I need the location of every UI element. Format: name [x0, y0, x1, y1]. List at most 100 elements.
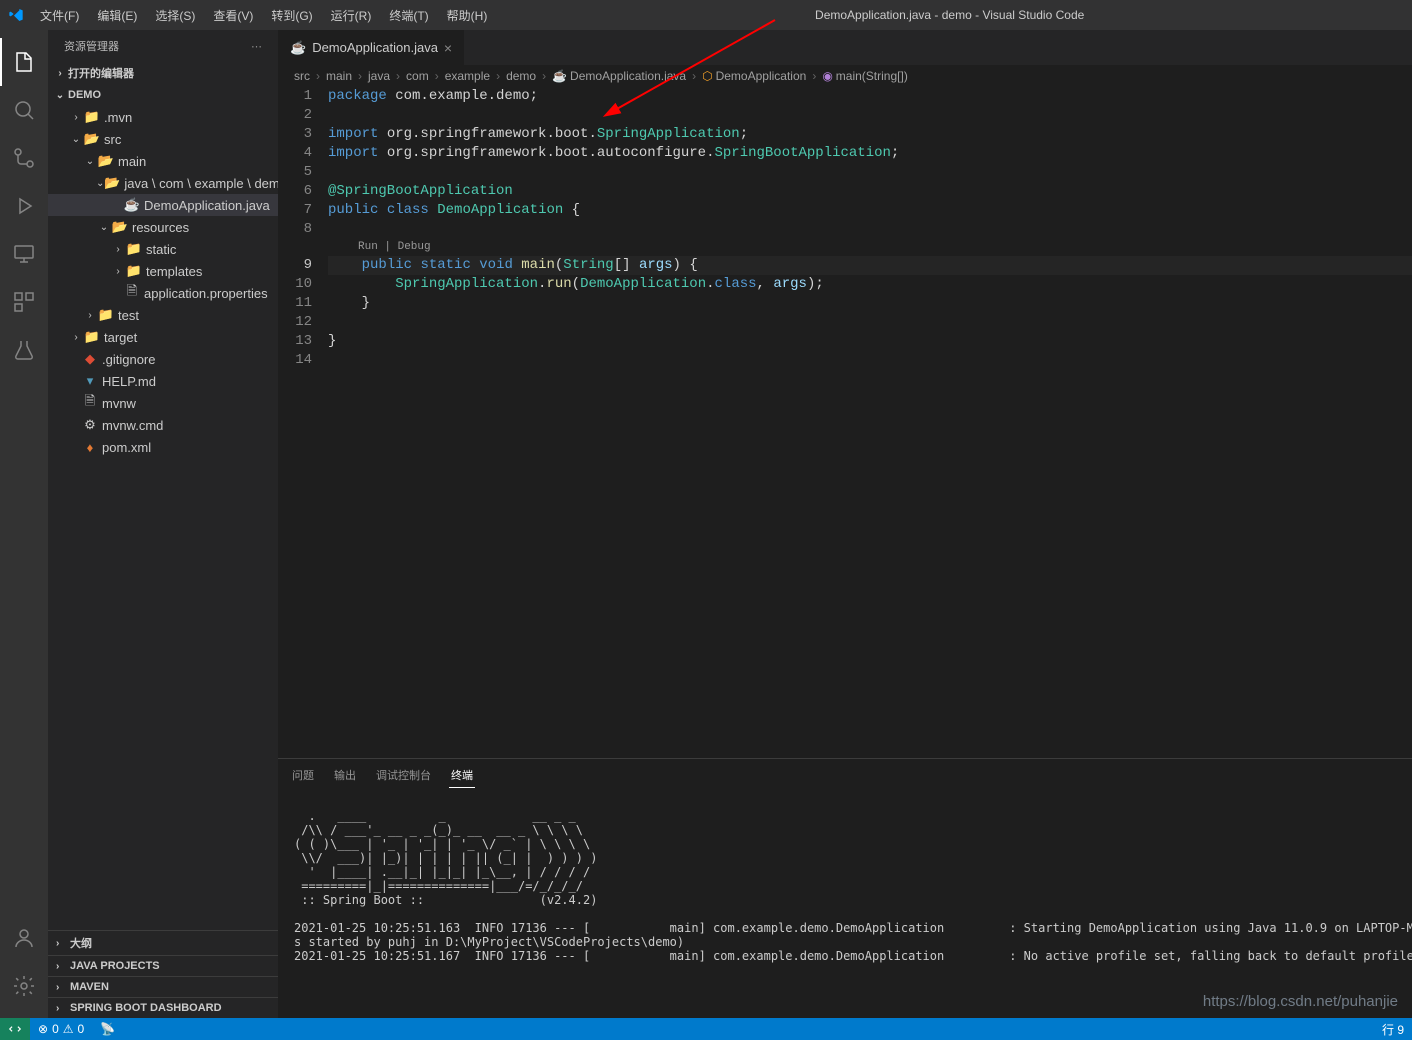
- section-maven[interactable]: ›MAVEN: [48, 976, 278, 997]
- tree-mvn[interactable]: ›📁.mvn: [48, 106, 278, 128]
- tree-javapath[interactable]: ⌄📂java \ com \ example \ demo: [48, 172, 278, 194]
- folder-icon: 📁: [84, 109, 100, 125]
- crumb-file[interactable]: ☕ DemoApplication.java: [552, 69, 686, 83]
- folder-icon: 📁: [98, 307, 114, 323]
- close-icon[interactable]: ×: [444, 40, 452, 56]
- crumb-demo[interactable]: demo: [506, 69, 536, 83]
- panel-tab-terminal[interactable]: 终端: [449, 763, 475, 788]
- menu-edit[interactable]: 编辑(E): [89, 3, 145, 28]
- code-content[interactable]: package com.example.demo;import org.spri…: [328, 87, 1412, 758]
- tree-templates[interactable]: ›📁templates: [48, 260, 278, 282]
- code-editor[interactable]: 1234567891011121314 package com.example.…: [278, 87, 1412, 758]
- titlebar: 文件(F) 编辑(E) 选择(S) 查看(V) 转到(G) 运行(R) 终端(T…: [0, 0, 1412, 30]
- markdown-icon: ▾: [82, 373, 98, 389]
- folder-icon: 📂: [104, 175, 120, 191]
- status-remote[interactable]: [0, 1018, 30, 1040]
- crumb-method[interactable]: ◉ main(String[]): [822, 69, 908, 83]
- tree-test[interactable]: ›📁test: [48, 304, 278, 326]
- tree-demoapp[interactable]: ☕DemoApplication.java: [48, 194, 278, 216]
- project-root[interactable]: ⌄DEMO: [48, 84, 278, 106]
- menu-view[interactable]: 查看(V): [205, 3, 261, 28]
- sidebar: 资源管理器 ⋯ ›打开的编辑器 ⌄DEMO ›📁.mvn ⌄📂src ⌄📂mai…: [48, 30, 278, 1018]
- section-springboot[interactable]: ›SPRING BOOT DASHBOARD: [48, 997, 278, 1018]
- activity-scm[interactable]: [0, 134, 48, 182]
- sidebar-header: 资源管理器 ⋯: [48, 30, 278, 62]
- tree-static[interactable]: ›📁static: [48, 238, 278, 260]
- panel-tabs: 问题 输出 调试控制台 终端: [278, 759, 1412, 791]
- activity-account[interactable]: [0, 914, 48, 962]
- tree-main[interactable]: ⌄📂main: [48, 150, 278, 172]
- folder-icon: 📂: [84, 131, 100, 147]
- menu-select[interactable]: 选择(S): [147, 3, 203, 28]
- file-icon: 🗎: [82, 395, 98, 411]
- section-outline[interactable]: ›大纲: [48, 930, 278, 955]
- tree-appprops[interactable]: 🗎application.properties: [48, 282, 278, 304]
- menu-go[interactable]: 转到(G): [263, 3, 320, 28]
- status-line[interactable]: 行 9: [1374, 1021, 1412, 1038]
- error-icon: ⊗: [38, 1022, 48, 1036]
- activity-extensions[interactable]: [0, 278, 48, 326]
- git-icon: ◆: [82, 351, 98, 367]
- activity-explorer[interactable]: [0, 38, 48, 86]
- activity-test[interactable]: [0, 326, 48, 374]
- folder-icon: 📁: [84, 329, 100, 345]
- sidebar-sections: ›大纲 ›JAVA PROJECTS ›MAVEN ›SPRING BOOT D…: [48, 930, 278, 1018]
- java-file-icon: ☕: [124, 197, 140, 213]
- menu-terminal[interactable]: 终端(T): [381, 3, 436, 28]
- folder-icon: 📁: [126, 263, 142, 279]
- statusbar: ⊗0 ⚠0 📡 行 9: [0, 1018, 1412, 1040]
- activity-search[interactable]: [0, 86, 48, 134]
- file-icon: 🗎: [124, 285, 140, 301]
- tab-demoapp[interactable]: ☕ DemoApplication.java ×: [278, 30, 465, 65]
- tab-label: DemoApplication.java: [312, 40, 438, 55]
- panel-tab-problems[interactable]: 问题: [290, 763, 316, 787]
- folder-icon: 📂: [112, 219, 128, 235]
- status-errors[interactable]: ⊗0 ⚠0: [30, 1018, 92, 1040]
- maven-icon: ♦: [82, 439, 98, 455]
- status-broadcast[interactable]: 📡: [92, 1018, 123, 1040]
- broadcast-icon: 📡: [100, 1022, 115, 1036]
- tree-gitignore[interactable]: ◆.gitignore: [48, 348, 278, 370]
- activity-debug[interactable]: [0, 182, 48, 230]
- panel-tab-output[interactable]: 输出: [332, 763, 358, 787]
- open-editors-section[interactable]: ›打开的编辑器: [48, 62, 278, 84]
- crumb-com[interactable]: com: [406, 69, 429, 83]
- folder-icon: 📁: [126, 241, 142, 257]
- tree-mvnw[interactable]: 🗎mvnw: [48, 392, 278, 414]
- tree-pomxml[interactable]: ♦pom.xml: [48, 436, 278, 458]
- editor-area: ☕ DemoApplication.java × src› main› java…: [278, 30, 1412, 1018]
- breadcrumbs[interactable]: src› main› java› com› example› demo› ☕ D…: [278, 65, 1412, 87]
- folder-icon: 📂: [98, 153, 114, 169]
- terminal-content[interactable]: . ____ _ __ _ _ /\\ / ___'_ __ _ _(_)_ _…: [278, 791, 1412, 1018]
- sidebar-title: 资源管理器: [64, 38, 119, 54]
- crumb-class[interactable]: ⬡ DemoApplication: [702, 69, 806, 83]
- tree-src[interactable]: ⌄📂src: [48, 128, 278, 150]
- panel: 问题 输出 调试控制台 终端 . ____ _ __ _ _ /\\ / ___…: [278, 758, 1412, 1018]
- crumb-example[interactable]: example: [445, 69, 490, 83]
- crumb-main[interactable]: main: [326, 69, 352, 83]
- warning-icon: ⚠: [63, 1022, 74, 1036]
- tree-target[interactable]: ›📁target: [48, 326, 278, 348]
- codelens-run-debug[interactable]: Run | Debug: [328, 239, 1412, 256]
- cmd-icon: ⚙: [82, 417, 98, 433]
- sidebar-more-icon[interactable]: ⋯: [251, 40, 262, 53]
- section-java-projects[interactable]: ›JAVA PROJECTS: [48, 955, 278, 976]
- tree-resources[interactable]: ⌄📂resources: [48, 216, 278, 238]
- line-gutter: 1234567891011121314: [278, 87, 328, 758]
- tree-helpmd[interactable]: ▾HELP.md: [48, 370, 278, 392]
- panel-tab-debugconsole[interactable]: 调试控制台: [374, 763, 433, 787]
- vscode-logo-icon: [8, 7, 24, 23]
- activity-bar: [0, 30, 48, 1018]
- menu-file[interactable]: 文件(F): [32, 3, 87, 28]
- editor-tabs: ☕ DemoApplication.java ×: [278, 30, 1412, 65]
- crumb-src[interactable]: src: [294, 69, 310, 83]
- activity-remote[interactable]: [0, 230, 48, 278]
- crumb-java[interactable]: java: [368, 69, 390, 83]
- menu-help[interactable]: 帮助(H): [439, 3, 496, 28]
- activity-settings[interactable]: [0, 962, 48, 1010]
- menu-run[interactable]: 运行(R): [323, 3, 380, 28]
- menu-bar: 文件(F) 编辑(E) 选择(S) 查看(V) 转到(G) 运行(R) 终端(T…: [32, 3, 495, 28]
- explorer-tree: ›打开的编辑器 ⌄DEMO ›📁.mvn ⌄📂src ⌄📂main ⌄📂java…: [48, 62, 278, 930]
- java-file-icon: ☕: [290, 40, 306, 56]
- tree-mvnwcmd[interactable]: ⚙mvnw.cmd: [48, 414, 278, 436]
